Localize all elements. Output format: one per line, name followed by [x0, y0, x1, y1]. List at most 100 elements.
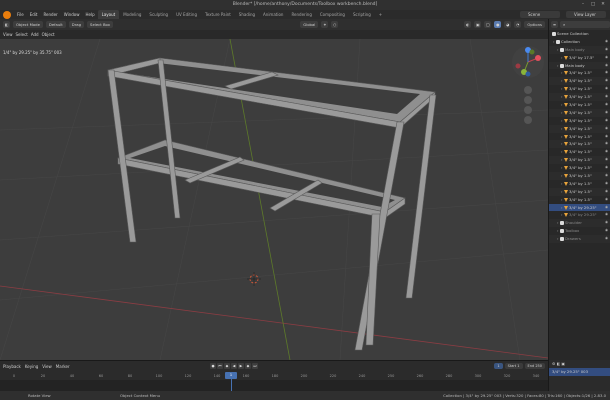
tab-uv-editing[interactable]: UV Editing	[172, 10, 201, 19]
eye-icon[interactable]: ◉	[605, 196, 608, 204]
material-shading-icon[interactable]: ◕	[504, 21, 512, 28]
tab-animation[interactable]: Animation	[259, 10, 287, 19]
outliner-object-row[interactable]: › 3/4" by 1.5" ◉	[549, 156, 610, 165]
3d-viewport[interactable]: 1/4" by 29.25" by 35.75" 003	[0, 39, 548, 360]
playback-menu[interactable]: Playback	[3, 364, 21, 369]
eye-icon[interactable]: ◉	[605, 77, 608, 85]
tab-shading[interactable]: Shading	[235, 10, 259, 19]
outliner-collection-row[interactable]: › Shoulder ◉	[549, 219, 610, 228]
outliner-object-row[interactable]: › 3/4" by 1.5" ◉	[549, 69, 610, 77]
eye-icon[interactable]: ◉	[605, 117, 608, 125]
wireframe-shading-icon[interactable]: ◯	[484, 21, 492, 28]
outliner-search-input[interactable]: ⌕	[560, 21, 610, 28]
eye-icon[interactable]: ◉	[605, 93, 608, 101]
3d-cursor-icon[interactable]	[247, 272, 261, 286]
outliner-object-row[interactable]: › 3/4" by 1.5" ◉	[549, 85, 610, 93]
proportional-icon[interactable]: ○	[331, 21, 339, 28]
eye-icon[interactable]: ◉	[605, 85, 608, 93]
eye-icon[interactable]: ◉	[605, 204, 608, 212]
outliner-editor-icon[interactable]: ≡	[551, 21, 558, 28]
eye-icon[interactable]: ◉	[605, 54, 608, 62]
object-menu[interactable]: Object	[42, 32, 55, 37]
menu-help[interactable]: Help	[82, 10, 97, 19]
eye-icon[interactable]: ◉	[605, 133, 608, 141]
outliner-object-row[interactable]: › 3/4" by 17.5" ◉	[549, 54, 610, 62]
maximize-icon[interactable]: □	[588, 0, 598, 10]
outliner-collection-row[interactable]: › Drawers ◉	[549, 235, 610, 244]
marker-menu[interactable]: Marker	[56, 364, 70, 369]
outliner-scene-collection[interactable]: Scene Collection	[549, 30, 610, 38]
outliner-object-row[interactable]: › 3/4" by 29.25" ◉	[549, 203, 610, 212]
options-button[interactable]: Options	[524, 21, 545, 28]
add-menu[interactable]: Add	[31, 32, 39, 37]
jump-end-icon[interactable]: ⏭	[252, 363, 258, 369]
keying-menu[interactable]: Keying	[25, 364, 38, 369]
eye-icon[interactable]: ◉	[605, 164, 608, 172]
tab-rendering[interactable]: Rendering	[287, 10, 315, 19]
properties-object-name[interactable]: 3/4" by 29.25" 003	[549, 368, 610, 376]
start-frame-field[interactable]: Start 1	[504, 363, 523, 369]
transform-global[interactable]: Global	[300, 21, 319, 28]
outliner-object-row[interactable]: › 3/4" by 1.5" ◉	[549, 124, 610, 133]
outliner-object-row[interactable]: › 3/4" by 1.5" ◉	[549, 108, 610, 117]
tab-texture-paint[interactable]: Texture Paint	[201, 10, 235, 19]
eye-icon[interactable]: ◉	[605, 235, 608, 243]
select-menu[interactable]: Select	[16, 32, 28, 37]
solid-shading-icon[interactable]: ●	[494, 21, 502, 28]
eye-icon[interactable]: ◉	[605, 140, 608, 148]
outliner-object-row[interactable]: › 3/4" by 1.5" ◉	[549, 196, 610, 204]
editor-type-icon[interactable]: ◧	[3, 21, 10, 28]
scene-selector[interactable]: Scene	[520, 11, 560, 18]
blender-logo-icon[interactable]	[3, 10, 11, 19]
eye-icon[interactable]: ◉	[605, 180, 608, 188]
outliner-collection-row[interactable]: › Main body ◉	[549, 61, 610, 70]
outliner-object-row[interactable]: › 3/4" by 1.5" ◉	[549, 180, 610, 188]
outliner-object-row[interactable]: › 3/4" by 1.5" ◉	[549, 164, 610, 172]
eye-icon[interactable]: ◉	[605, 188, 608, 196]
tab-layout[interactable]: Layout	[97, 10, 120, 19]
menu-edit[interactable]: Edit	[27, 10, 41, 19]
eye-icon[interactable]: ◉	[605, 109, 608, 117]
overlay-icon[interactable]: ◐	[464, 21, 472, 28]
record-icon[interactable]: ●	[210, 363, 216, 369]
view-layer-selector[interactable]: View Layer	[566, 11, 606, 18]
next-key-icon[interactable]: ◆	[245, 363, 251, 369]
tab-compositing[interactable]: Compositing	[316, 10, 349, 19]
snap-icon[interactable]: ⌖	[321, 21, 329, 28]
add-workspace-button[interactable]: +	[375, 10, 386, 19]
eye-icon[interactable]: ◉	[605, 227, 608, 235]
eye-icon[interactable]: ◉	[605, 219, 608, 227]
outliner-object-row[interactable]: › 3/4" by 29.25" ◉	[549, 211, 610, 219]
eye-icon[interactable]: ◉	[605, 38, 608, 46]
menu-window[interactable]: Window	[61, 10, 83, 19]
view-menu[interactable]: View	[3, 32, 13, 37]
eye-icon[interactable]: ◉	[605, 69, 608, 77]
tab-sculpting[interactable]: Sculpting	[145, 10, 172, 19]
current-frame-field[interactable]: 1	[494, 363, 503, 369]
eye-icon[interactable]: ◉	[605, 148, 608, 156]
outliner-object-row[interactable]: › 3/4" by 1.5" ◉	[549, 140, 610, 149]
eye-icon[interactable]: ◉	[605, 172, 608, 180]
outliner-collection-row[interactable]: › Toolbox ◉	[549, 227, 610, 235]
menu-render[interactable]: Render	[40, 10, 60, 19]
drag-selector[interactable]: Drag	[68, 21, 85, 28]
prev-key-icon[interactable]: ◆	[224, 363, 230, 369]
tab-modeling[interactable]: Modeling	[119, 10, 145, 19]
outliner-object-row[interactable]: › 3/4" by 1.5" ◉	[549, 172, 610, 180]
minimize-icon[interactable]: –	[578, 0, 588, 10]
navigation-gizmo[interactable]	[512, 46, 544, 78]
rendered-shading-icon[interactable]: ◔	[514, 21, 522, 28]
eye-icon[interactable]: ◉	[605, 125, 608, 133]
workbench-mesh[interactable]	[107, 57, 437, 351]
outliner-object-row[interactable]: › 3/4" by 1.5" ◉	[549, 187, 610, 196]
end-frame-field[interactable]: End 250	[524, 363, 545, 369]
xray-icon[interactable]: ▣	[474, 21, 482, 28]
outliner-object-row[interactable]: › 3/4" by 1.5" ◉	[549, 133, 610, 141]
outliner-object-row[interactable]: › 3/4" by 1.5" ◉	[549, 101, 610, 109]
close-icon[interactable]: ✕	[598, 0, 608, 10]
transform-orientation[interactable]: Default	[45, 21, 66, 28]
outliner-object-row[interactable]: › 3/4" by 1.5" ◉	[549, 93, 610, 102]
select-box-tool[interactable]: Select Box	[87, 21, 114, 28]
eye-icon[interactable]: ◉	[605, 46, 608, 54]
outliner-collection-row[interactable]: › Collection ◉	[549, 38, 610, 46]
